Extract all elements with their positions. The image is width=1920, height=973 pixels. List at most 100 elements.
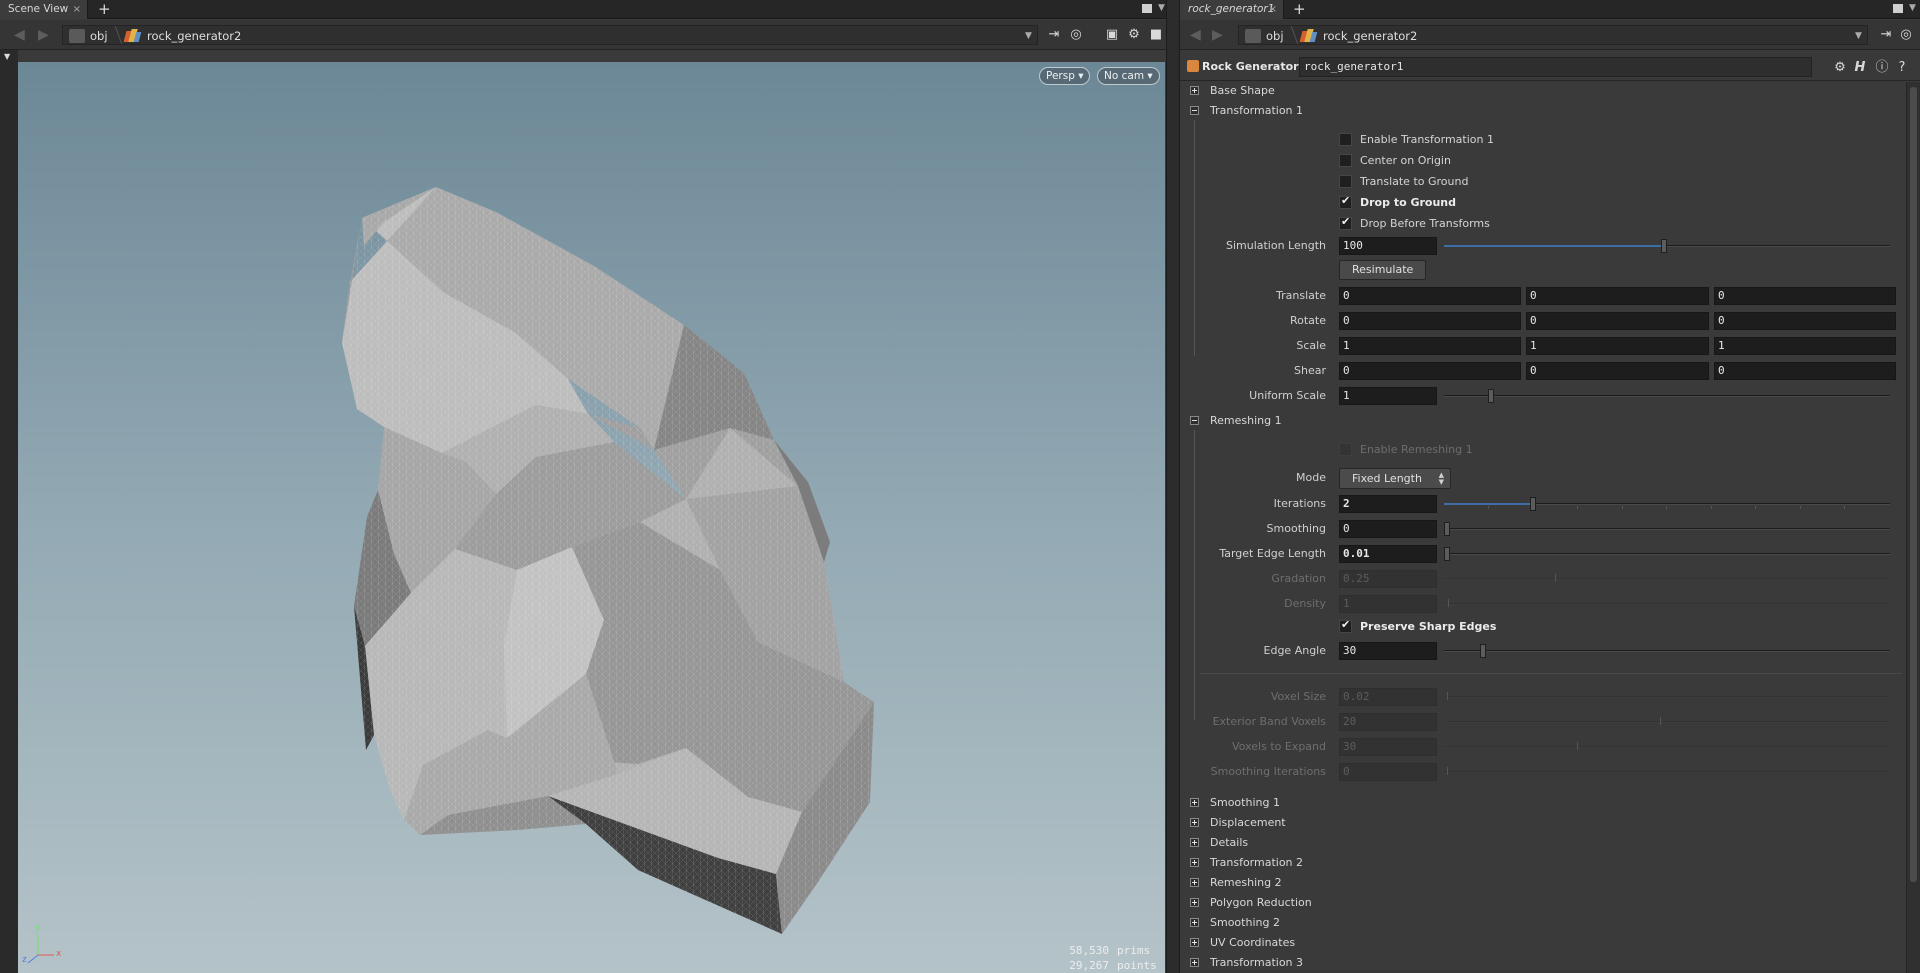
path-bar[interactable]: obj rock_generator2 ▼ [1238,25,1868,45]
shear-z-field[interactable]: 0 [1714,362,1896,380]
center-origin-checkbox[interactable] [1339,154,1352,167]
back-arrow-icon[interactable]: ◀ [14,27,25,43]
pin-icon[interactable]: ⇥ [1878,27,1894,43]
slider-handle[interactable] [1661,239,1667,253]
scale-x-field[interactable]: 1 [1339,337,1521,355]
display-options-icon[interactable]: ▣ [1104,27,1120,43]
target-edge-length-slider[interactable] [1444,547,1890,561]
translate-ground-checkbox[interactable] [1339,175,1352,188]
viewport-layout-icon[interactable]: ■ [1148,27,1164,43]
scale-y-field[interactable]: 1 [1526,337,1709,355]
pane-menu-icon[interactable]: ▼ [1909,3,1916,13]
voxels-expand-slider[interactable] [1444,742,1890,750]
close-icon[interactable]: × [1269,0,1277,19]
edge-angle-slider[interactable] [1444,644,1890,658]
chevron-down-icon[interactable]: ▼ [1025,31,1032,41]
drop-ground-checkbox[interactable] [1339,194,1352,209]
smoothing-slider[interactable] [1444,522,1890,536]
gradation-field[interactable]: 0.25 [1339,570,1437,588]
expand-icon[interactable] [1190,898,1199,907]
add-tab-icon[interactable]: + [98,0,111,18]
link-icon[interactable]: ◎ [1898,27,1914,43]
shear-x-field[interactable]: 0 [1339,362,1521,380]
rotate-z-field[interactable]: 0 [1714,312,1896,330]
parameter-scrollbar[interactable] [1906,82,1920,973]
node-name-field[interactable]: rock_generator1 [1299,57,1812,77]
expand-icon[interactable] [1190,798,1199,807]
gradation-slider[interactable] [1444,574,1890,582]
density-slider[interactable] [1444,599,1890,607]
translate-y-field[interactable]: 0 [1526,287,1709,305]
expand-icon[interactable] [1190,878,1199,887]
link-icon[interactable]: ◎ [1068,27,1084,43]
target-edge-length-field[interactable]: 0.01 [1339,545,1437,563]
edge-angle-field[interactable]: 30 [1339,642,1437,660]
breadcrumb-node[interactable]: rock_generator2 [1323,29,1417,43]
maximize-pane-icon[interactable] [1142,4,1152,13]
enable-remeshing1-checkbox[interactable] [1339,443,1352,456]
slider-handle[interactable] [1480,644,1486,658]
close-icon[interactable]: × [73,0,81,19]
chevron-down-icon[interactable]: ▼ [1855,31,1862,41]
forward-arrow-icon[interactable]: ▶ [38,27,49,43]
exterior-band-field[interactable]: 20 [1339,713,1437,731]
smoothing-iterations-slider[interactable] [1444,767,1890,775]
slider-handle[interactable] [1488,389,1494,403]
smoothing-iterations-field[interactable]: 0 [1339,763,1437,781]
path-bar[interactable]: obj rock_generator2 ▼ [62,25,1038,45]
expand-icon[interactable] [1190,938,1199,947]
shear-y-field[interactable]: 0 [1526,362,1709,380]
enable-transformation1-checkbox[interactable] [1339,133,1352,146]
info-icon[interactable]: ⓘ [1874,60,1890,76]
voxel-size-field[interactable]: 0.02 [1339,688,1437,706]
mode-dropdown[interactable]: Fixed Length ▲ ▼ [1339,468,1451,489]
translate-x-field[interactable]: 0 [1339,287,1521,305]
add-tab-icon[interactable]: + [1293,0,1306,18]
select-arrow-icon[interactable]: ▼ [4,52,10,61]
voxels-expand-field[interactable]: 30 [1339,738,1437,756]
scrollbar-thumb[interactable] [1910,87,1917,882]
preserve-sharp-checkbox[interactable] [1339,618,1352,633]
camera-options-icon[interactable]: ⚙ [1126,27,1142,43]
voxel-size-slider[interactable] [1444,692,1890,700]
drop-before-checkbox[interactable] [1339,215,1352,230]
expand-icon[interactable] [1190,958,1199,967]
slider-handle[interactable] [1444,522,1450,536]
smoothing-field[interactable]: 0 [1339,520,1437,538]
expand-icon[interactable] [1190,918,1199,927]
simulation-length-field[interactable]: 100 [1339,237,1437,255]
rotate-y-field[interactable]: 0 [1526,312,1709,330]
simulation-length-slider[interactable] [1444,239,1890,253]
uniform-scale-field[interactable]: 1 [1339,387,1437,405]
slider-handle[interactable] [1444,547,1450,561]
3d-viewport[interactable]: Persp ▾ No cam ▾ y x z 58,530 prims 29,2… [18,62,1165,973]
uniform-scale-slider[interactable] [1444,389,1890,403]
pin-icon[interactable]: ⇥ [1046,27,1062,43]
slider-handle[interactable] [1530,497,1536,511]
forward-arrow-icon[interactable]: ▶ [1212,27,1223,43]
resimulate-button[interactable]: Resimulate [1339,260,1427,280]
expand-icon[interactable] [1190,818,1199,827]
iterations-slider[interactable] [1444,497,1890,511]
collapse-icon[interactable] [1190,106,1199,115]
expand-icon[interactable] [1190,838,1199,847]
expand-icon[interactable] [1190,858,1199,867]
scale-z-field[interactable]: 1 [1714,337,1896,355]
rotate-x-field[interactable]: 0 [1339,312,1521,330]
tab-rock-generator1[interactable]: rock_generator1 × [1180,0,1284,19]
breadcrumb-root[interactable]: obj [1266,29,1284,43]
translate-z-field[interactable]: 0 [1714,287,1896,305]
collapse-icon[interactable] [1190,416,1199,425]
back-arrow-icon[interactable]: ◀ [1190,27,1201,43]
density-field[interactable]: 1 [1339,595,1437,613]
pane-menu-icon[interactable]: ▼ [1158,3,1165,13]
breadcrumb-root[interactable]: obj [90,29,108,43]
maximize-pane-icon[interactable] [1893,4,1903,13]
help-h-icon[interactable]: H [1852,60,1868,76]
gear-icon[interactable]: ⚙ [1832,60,1848,76]
breadcrumb-node[interactable]: rock_generator2 [147,29,241,43]
expand-icon[interactable] [1190,86,1199,95]
help-icon[interactable]: ? [1894,60,1910,76]
iterations-field[interactable]: 2 [1339,495,1437,513]
exterior-band-slider[interactable] [1444,717,1890,725]
